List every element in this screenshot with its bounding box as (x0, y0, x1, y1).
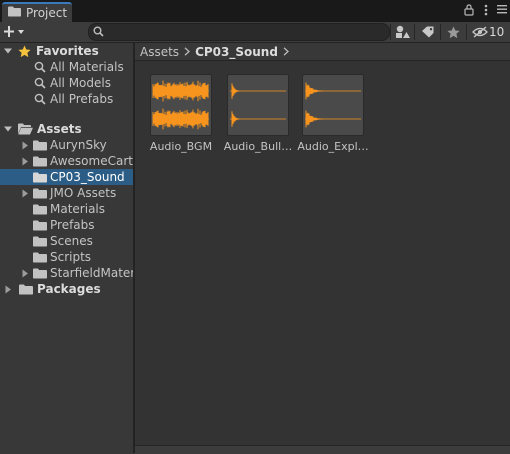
tree-label: Assets (37, 122, 82, 136)
tree-label: All Prefabs (50, 92, 114, 106)
tree-folder-scenes[interactable]: Scenes (0, 233, 133, 249)
audio-waveform-icon (150, 74, 212, 136)
expand-arrow-icon[interactable] (3, 43, 13, 59)
tree-label: Scripts (50, 250, 92, 264)
asset-audio-bullet[interactable]: Audio_Bull… (212, 74, 292, 154)
tree-label: StarfieldMaterial (50, 266, 133, 280)
collapse-arrow-icon[interactable] (20, 265, 30, 281)
menu-icon[interactable] (497, 4, 507, 17)
folder-icon (33, 137, 47, 153)
folder-icon (33, 217, 47, 233)
tree-favorites[interactable]: Favorites (0, 43, 133, 59)
folder-icon (33, 233, 47, 249)
tree-label: Packages (37, 282, 101, 296)
favorite-star-icon[interactable] (447, 23, 460, 41)
breadcrumb: Assets CP03_Sound (135, 43, 510, 61)
folder-icon (33, 201, 47, 217)
tree-label: AurynSky (50, 138, 107, 152)
favorite-all-materials[interactable]: All Materials (0, 59, 133, 75)
favorite-star-icon (18, 43, 31, 59)
search-field[interactable] (88, 23, 390, 41)
folder-icon (19, 281, 33, 297)
toolbar-divider (414, 24, 415, 40)
search-by-type-icon[interactable] (395, 23, 410, 41)
search-icon (93, 26, 104, 40)
folder-icon (33, 153, 47, 169)
breadcrumb-item-cp03-sound[interactable]: CP03_Sound (195, 45, 278, 59)
tab-project[interactable]: Project (2, 2, 72, 22)
folder-icon (8, 6, 21, 20)
tree-label: All Materials (50, 60, 124, 74)
more-vertical-icon[interactable] (484, 4, 488, 19)
project-toolbar: 10 (0, 22, 510, 43)
tree-folder-prefabs[interactable]: Prefabs (0, 217, 133, 233)
window-tab-bar: Project (0, 0, 510, 22)
tree-folder-cp03-sound[interactable]: CP03_Sound (0, 169, 133, 185)
favorite-all-prefabs[interactable]: All Prefabs (0, 91, 133, 107)
search-icon (34, 91, 46, 107)
collapse-arrow-icon[interactable] (20, 137, 30, 153)
folder-open-icon (18, 121, 33, 137)
asset-name: Audio_Expl… (297, 140, 369, 153)
collapse-arrow-icon[interactable] (3, 281, 13, 297)
hidden-packages-icon[interactable] (472, 23, 488, 41)
search-by-label-icon[interactable] (421, 23, 435, 41)
tree-label: Materials (50, 202, 106, 216)
folder-icon (33, 169, 47, 185)
toolbar-divider (390, 24, 391, 40)
tree-label: CP03_Sound (50, 170, 125, 184)
tree-assets[interactable]: Assets (0, 121, 133, 137)
create-button[interactable] (4, 23, 28, 41)
toolbar-divider (466, 24, 467, 40)
hidden-count: 10 (489, 25, 505, 39)
tree-folder-aurynsky[interactable]: AurynSky (0, 137, 133, 153)
tab-label: Project (26, 6, 68, 20)
tree-label: Prefabs (50, 218, 95, 232)
asset-audio-explosion[interactable]: Audio_Expl… (287, 74, 369, 154)
tree-folder-jmo-assets[interactable]: JMO Assets (0, 185, 133, 201)
expand-arrow-icon[interactable] (3, 121, 13, 137)
asset-browser: Assets CP03_Sound Audio_BGM Audio_Bull… … (135, 43, 510, 454)
tree-folder-starfieldmaterial[interactable]: StarfieldMaterial (0, 265, 133, 281)
favorite-all-models[interactable]: All Models (0, 75, 133, 91)
search-input[interactable] (107, 24, 383, 40)
tree-label: Scenes (50, 234, 93, 248)
tree-folder-materials[interactable]: Materials (0, 201, 133, 217)
breadcrumb-item-assets[interactable]: Assets (140, 45, 179, 59)
search-icon (34, 59, 46, 75)
chevron-right-icon (184, 47, 191, 56)
search-icon (34, 75, 46, 91)
folder-tree: Favorites All Materials All Models All P… (0, 43, 133, 453)
audio-waveform-icon (227, 74, 289, 136)
tree-label: JMO Assets (50, 186, 117, 200)
audio-waveform-icon (302, 74, 364, 136)
tree-label: All Models (50, 76, 111, 90)
lock-icon[interactable] (464, 4, 474, 19)
folder-icon (33, 249, 47, 265)
tree-folder-awesomecartoon[interactable]: AwesomeCartoonS (0, 153, 133, 169)
tree-folder-scripts[interactable]: Scripts (0, 249, 133, 265)
collapse-arrow-icon[interactable] (20, 153, 30, 169)
tree-label: AwesomeCartoonS (50, 154, 133, 168)
toolbar-divider (440, 24, 441, 40)
tree-packages[interactable]: Packages (0, 281, 133, 297)
tree-label: Favorites (36, 44, 99, 58)
folder-icon (33, 185, 47, 201)
chevron-right-icon[interactable] (283, 47, 289, 56)
asset-audio-bgm[interactable]: Audio_BGM (135, 74, 212, 154)
folder-icon (33, 265, 47, 281)
collapse-arrow-icon[interactable] (20, 185, 30, 201)
